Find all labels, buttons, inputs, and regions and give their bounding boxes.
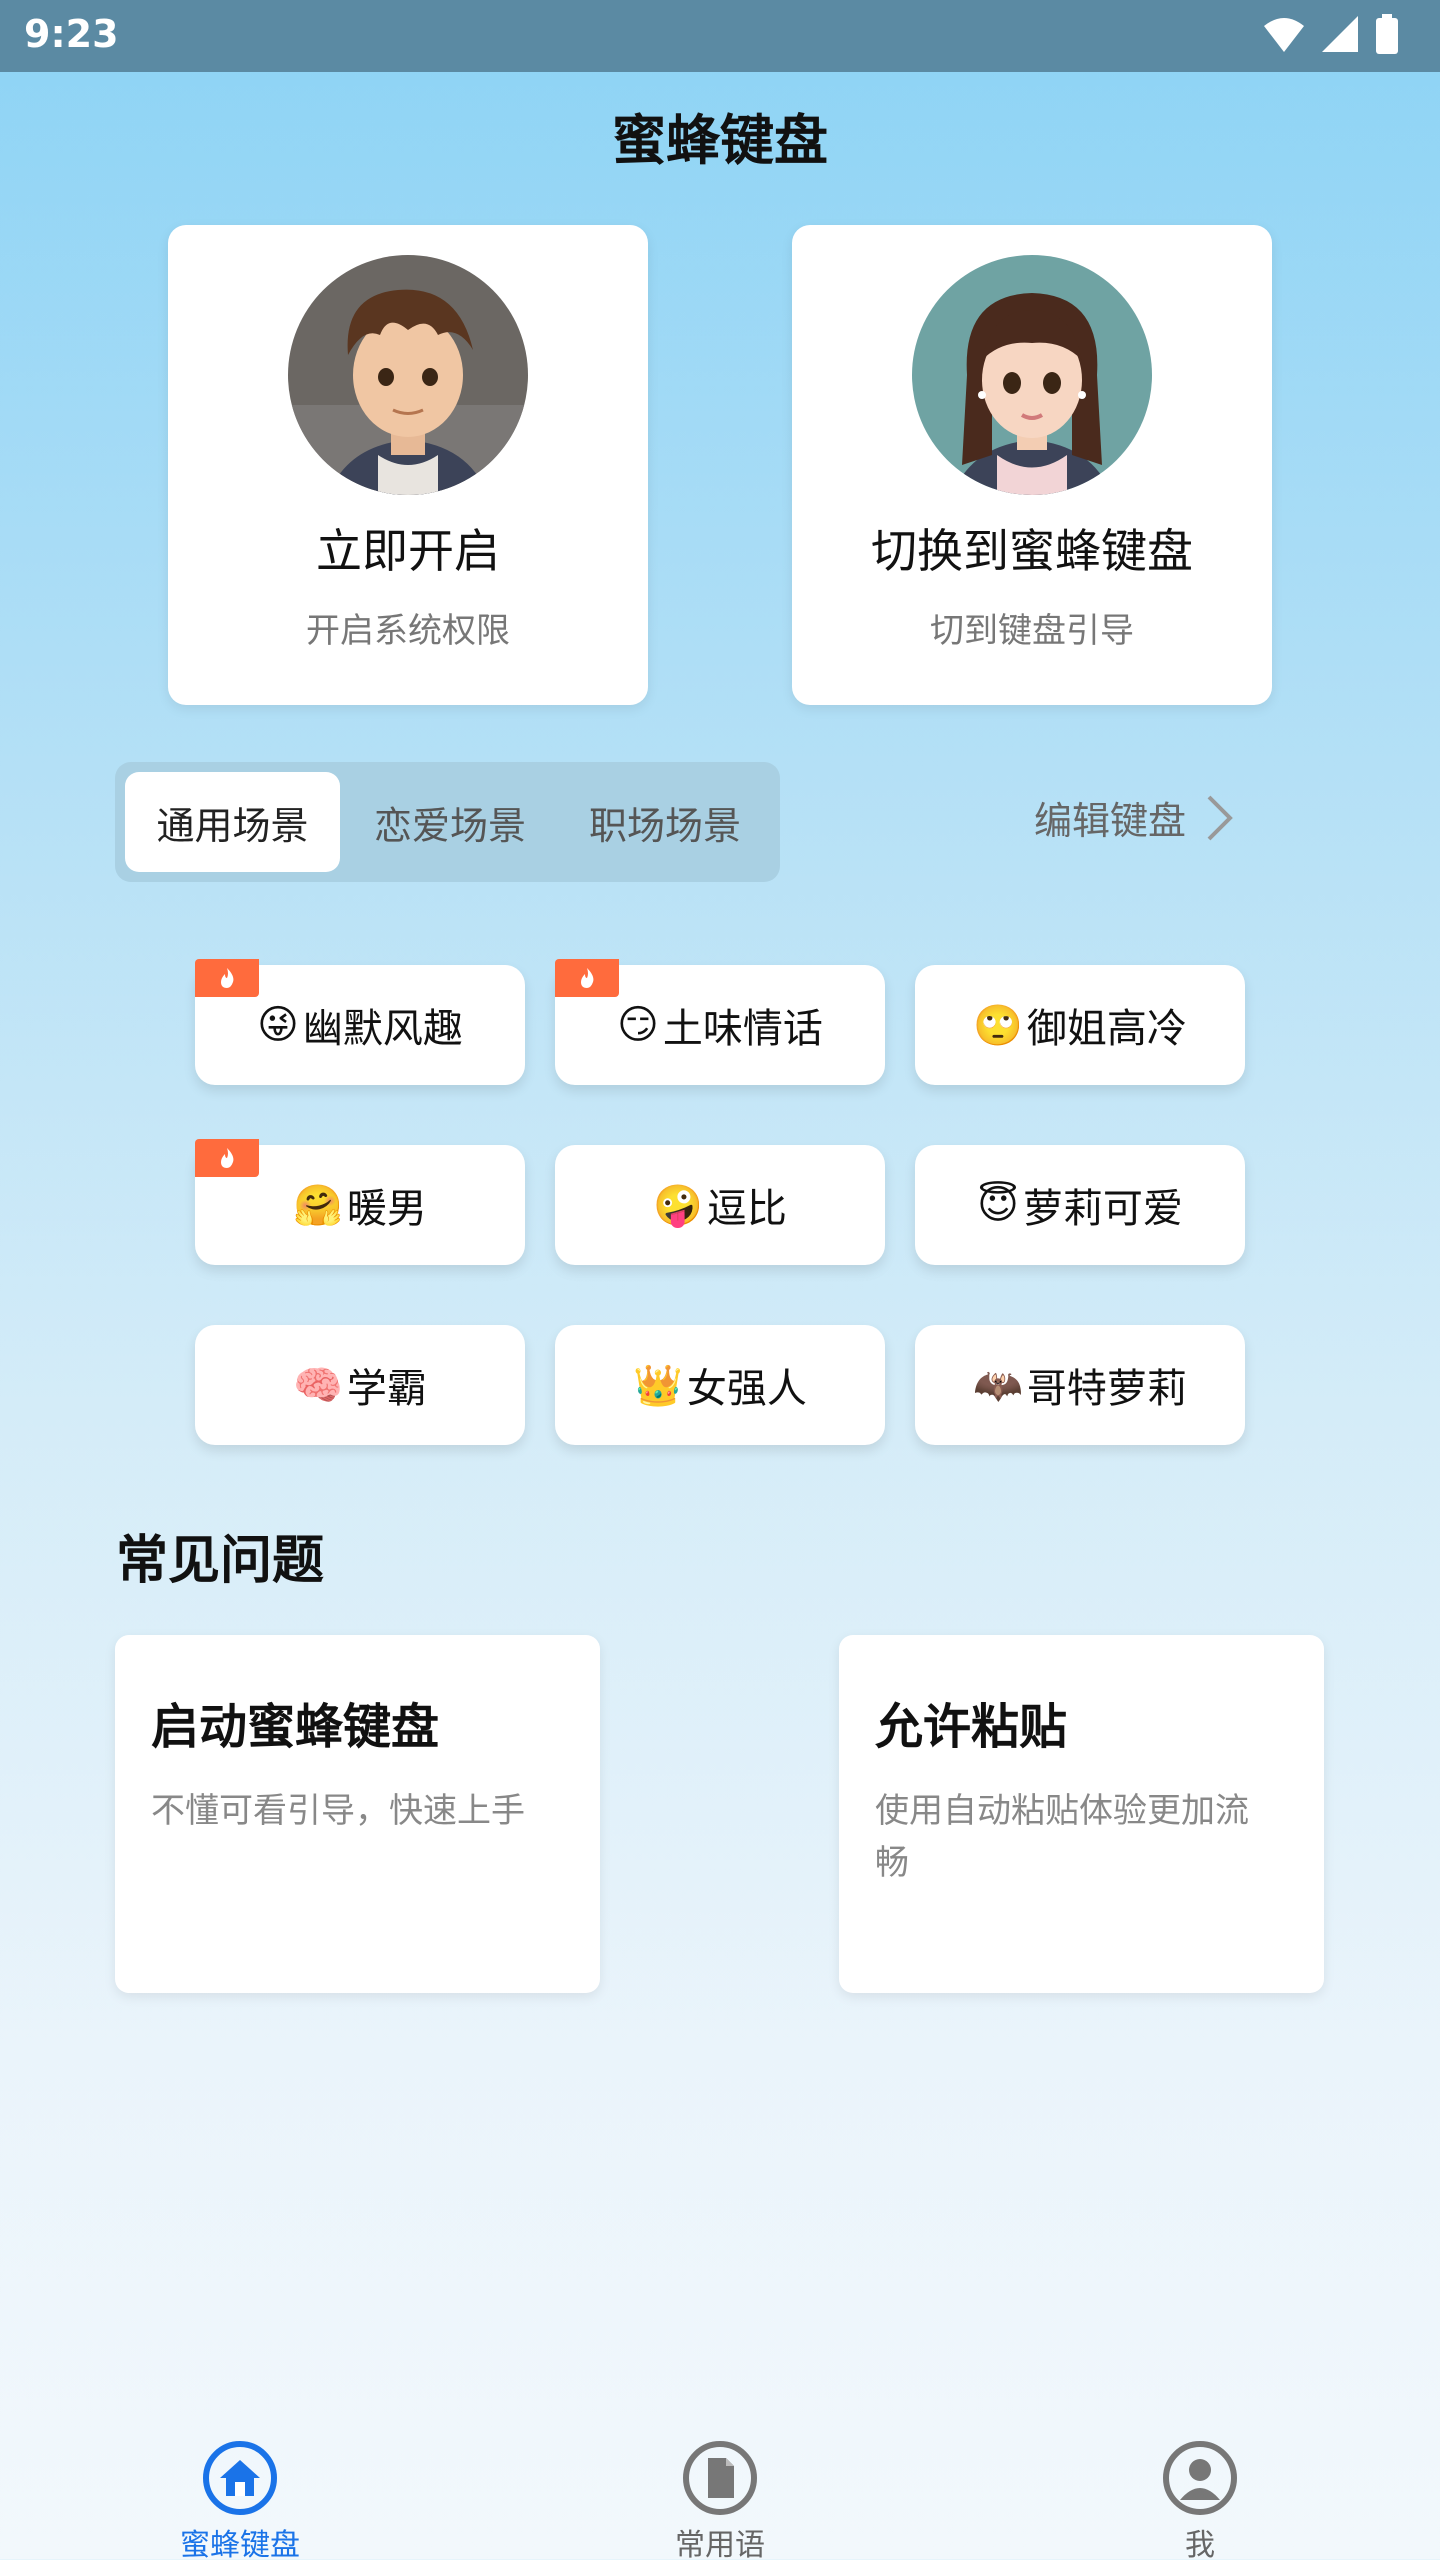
home-icon — [203, 2441, 277, 2515]
faq-desc: 不懂可看引导，快速上手 — [151, 1791, 525, 1831]
hot-badge — [555, 959, 619, 997]
switch-keyboard-subtitle: 切到键盘引导 — [930, 611, 1134, 651]
emoji-icon: 😜 — [257, 1002, 299, 1048]
faq-desc: 使用自动粘贴体验更加流畅 — [875, 1791, 1249, 1883]
scene-label: 御姐高冷 — [1026, 1006, 1187, 1052]
tab-workplace-scene[interactable]: 职场场景 — [560, 772, 770, 872]
enable-now-card[interactable]: 立即开启 开启系统权限 — [168, 225, 648, 705]
flame-icon — [581, 968, 594, 988]
flame-icon — [221, 968, 234, 988]
nav-label: 蜜蜂键盘 — [180, 2528, 300, 2560]
emoji-icon: 😏 — [617, 1002, 659, 1048]
scene-label: 女强人 — [686, 1366, 807, 1412]
boy-avatar — [288, 255, 528, 495]
nav-item-home[interactable]: 蜜蜂键盘 — [120, 2440, 360, 2560]
scene-chip-strong-woman[interactable]: 👑 女强人 — [555, 1325, 885, 1445]
girl-avatar — [912, 255, 1152, 495]
edit-keyboard-link[interactable]: 编辑键盘 — [1034, 790, 1234, 845]
scene-chip-cool-lady[interactable]: 🙄 御姐高冷 — [915, 965, 1245, 1085]
bottom-nav: 蜜蜂键盘 常用语 我 — [0, 2420, 1440, 2560]
faq-title: 允许粘贴 — [875, 1699, 1068, 1755]
scene-chip-gothic-loli[interactable]: 🦇 哥特萝莉 — [915, 1325, 1245, 1445]
emoji-icon: 🙄 — [973, 1002, 1023, 1049]
scene-label: 哥特萝莉 — [1026, 1366, 1187, 1412]
battery-icon — [1376, 14, 1398, 54]
edit-keyboard-label: 编辑键盘 — [1034, 799, 1187, 843]
emoji-icon: 🤪 — [653, 1182, 703, 1229]
scene-label: 学霸 — [346, 1366, 427, 1412]
hot-badge — [195, 1139, 259, 1177]
emoji-icon: 👑 — [633, 1362, 683, 1409]
faq-card-allow-paste[interactable]: 允许粘贴 使用自动粘贴体验更加流畅 — [839, 1635, 1324, 1993]
status-icons — [1262, 14, 1400, 54]
scene-chip-cute-loli[interactable]: 😇 萝莉可爱 — [915, 1145, 1245, 1265]
profile-icon — [1163, 2441, 1237, 2515]
scene-chip-scholar[interactable]: 🧠 学霸 — [195, 1325, 525, 1445]
nav-label: 我 — [1185, 2528, 1215, 2560]
scene-label: 逗比 — [706, 1186, 787, 1232]
chevron-right-icon — [1207, 795, 1233, 840]
switch-keyboard-card[interactable]: 切换到蜜蜂键盘 切到键盘引导 — [792, 225, 1272, 705]
emoji-icon: 🧠 — [293, 1362, 343, 1409]
hot-badge — [195, 959, 259, 997]
wifi-icon — [1264, 18, 1304, 52]
document-icon — [683, 2441, 757, 2515]
scene-chip-pickup-lines[interactable]: 😏 土味情话 — [555, 959, 885, 1085]
enable-now-title: 立即开启 — [316, 524, 500, 578]
nav-item-phrases[interactable]: 常用语 — [600, 2440, 840, 2560]
nav-label: 常用语 — [675, 2528, 765, 2560]
faq-card-start-keyboard[interactable]: 启动蜜蜂键盘 不懂可看引导，快速上手 — [115, 1635, 600, 1993]
status-bar: 9:23 — [0, 0, 1440, 72]
emoji-icon: 🤗 — [293, 1182, 343, 1229]
scene-label: 土味情话 — [662, 1006, 823, 1052]
scene-label: 萝莉可爱 — [1022, 1186, 1183, 1232]
scene-chip-warm-guy[interactable]: 🤗 暖男 — [195, 1139, 525, 1265]
faq-title: 启动蜜蜂键盘 — [151, 1699, 440, 1755]
emoji-icon: 🦇 — [973, 1362, 1023, 1409]
scene-chip-funny[interactable]: 🤪 逗比 — [555, 1145, 885, 1265]
flame-icon — [221, 1148, 234, 1168]
app-title: 蜜蜂键盘 — [612, 109, 828, 172]
scene-label: 暖男 — [346, 1186, 427, 1232]
faq-heading: 常见问题 — [116, 1531, 325, 1591]
scene-chip-humor[interactable]: 😜 幽默风趣 — [195, 959, 525, 1085]
nav-item-me[interactable]: 我 — [1080, 2440, 1320, 2560]
signal-icon — [1322, 16, 1358, 52]
status-time: 9:23 — [24, 12, 119, 56]
enable-now-subtitle: 开启系统权限 — [306, 611, 510, 651]
tab-general-scene[interactable]: 通用场景 — [125, 772, 340, 872]
switch-keyboard-title: 切换到蜜蜂键盘 — [871, 524, 1193, 578]
scene-tabs: 通用场景 恋爱场景 职场场景 — [115, 762, 780, 882]
tab-romance-scene[interactable]: 恋爱场景 — [345, 772, 555, 872]
scene-label: 幽默风趣 — [302, 1006, 463, 1052]
emoji-icon: 😇 — [977, 1182, 1019, 1228]
